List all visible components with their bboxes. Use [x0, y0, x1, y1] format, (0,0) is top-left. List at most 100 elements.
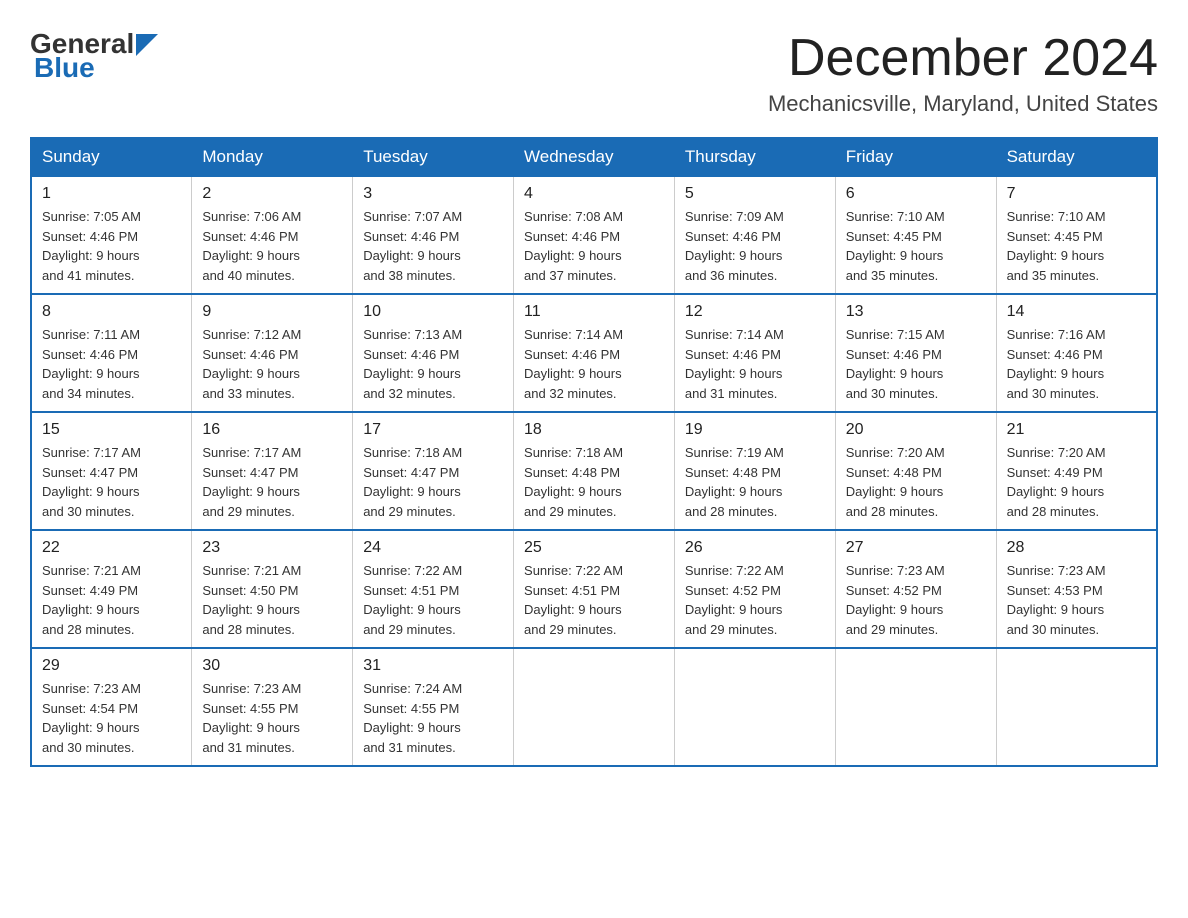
day-info: Sunrise: 7:07 AM Sunset: 4:46 PM Dayligh…	[363, 207, 503, 285]
day-info: Sunrise: 7:16 AM Sunset: 4:46 PM Dayligh…	[1007, 325, 1146, 403]
day-number: 6	[846, 185, 986, 203]
calendar-cell: 23 Sunrise: 7:21 AM Sunset: 4:50 PM Dayl…	[192, 530, 353, 648]
calendar-cell: 15 Sunrise: 7:17 AM Sunset: 4:47 PM Dayl…	[31, 412, 192, 530]
calendar-cell	[674, 648, 835, 766]
calendar-cell: 21 Sunrise: 7:20 AM Sunset: 4:49 PM Dayl…	[996, 412, 1157, 530]
calendar-cell: 9 Sunrise: 7:12 AM Sunset: 4:46 PM Dayli…	[192, 294, 353, 412]
day-info: Sunrise: 7:23 AM Sunset: 4:55 PM Dayligh…	[202, 679, 342, 757]
day-number: 4	[524, 185, 664, 203]
calendar-cell: 28 Sunrise: 7:23 AM Sunset: 4:53 PM Dayl…	[996, 530, 1157, 648]
calendar-cell: 18 Sunrise: 7:18 AM Sunset: 4:48 PM Dayl…	[514, 412, 675, 530]
day-number: 9	[202, 303, 342, 321]
calendar-cell	[514, 648, 675, 766]
weekday-header-friday: Friday	[835, 138, 996, 176]
day-info: Sunrise: 7:12 AM Sunset: 4:46 PM Dayligh…	[202, 325, 342, 403]
calendar-cell: 12 Sunrise: 7:14 AM Sunset: 4:46 PM Dayl…	[674, 294, 835, 412]
day-number: 13	[846, 303, 986, 321]
day-info: Sunrise: 7:13 AM Sunset: 4:46 PM Dayligh…	[363, 325, 503, 403]
day-info: Sunrise: 7:20 AM Sunset: 4:48 PM Dayligh…	[846, 443, 986, 521]
day-number: 25	[524, 539, 664, 557]
calendar-cell: 7 Sunrise: 7:10 AM Sunset: 4:45 PM Dayli…	[996, 176, 1157, 294]
day-number: 8	[42, 303, 181, 321]
day-info: Sunrise: 7:20 AM Sunset: 4:49 PM Dayligh…	[1007, 443, 1146, 521]
calendar-cell: 19 Sunrise: 7:19 AM Sunset: 4:48 PM Dayl…	[674, 412, 835, 530]
calendar-cell: 16 Sunrise: 7:17 AM Sunset: 4:47 PM Dayl…	[192, 412, 353, 530]
month-title: December 2024	[768, 30, 1158, 87]
day-number: 7	[1007, 185, 1146, 203]
calendar-cell: 30 Sunrise: 7:23 AM Sunset: 4:55 PM Dayl…	[192, 648, 353, 766]
calendar-cell: 11 Sunrise: 7:14 AM Sunset: 4:46 PM Dayl…	[514, 294, 675, 412]
day-number: 16	[202, 421, 342, 439]
day-info: Sunrise: 7:22 AM Sunset: 4:51 PM Dayligh…	[524, 561, 664, 639]
day-number: 1	[42, 185, 181, 203]
day-info: Sunrise: 7:10 AM Sunset: 4:45 PM Dayligh…	[1007, 207, 1146, 285]
calendar-cell: 22 Sunrise: 7:21 AM Sunset: 4:49 PM Dayl…	[31, 530, 192, 648]
day-info: Sunrise: 7:14 AM Sunset: 4:46 PM Dayligh…	[685, 325, 825, 403]
weekday-header-tuesday: Tuesday	[353, 138, 514, 176]
calendar-cell: 24 Sunrise: 7:22 AM Sunset: 4:51 PM Dayl…	[353, 530, 514, 648]
calendar-cell: 25 Sunrise: 7:22 AM Sunset: 4:51 PM Dayl…	[514, 530, 675, 648]
day-number: 24	[363, 539, 503, 557]
calendar-cell: 29 Sunrise: 7:23 AM Sunset: 4:54 PM Dayl…	[31, 648, 192, 766]
calendar-cell: 31 Sunrise: 7:24 AM Sunset: 4:55 PM Dayl…	[353, 648, 514, 766]
day-info: Sunrise: 7:15 AM Sunset: 4:46 PM Dayligh…	[846, 325, 986, 403]
day-number: 3	[363, 185, 503, 203]
day-info: Sunrise: 7:21 AM Sunset: 4:50 PM Dayligh…	[202, 561, 342, 639]
day-number: 28	[1007, 539, 1146, 557]
day-info: Sunrise: 7:24 AM Sunset: 4:55 PM Dayligh…	[363, 679, 503, 757]
page-header: General Blue December 2024 Mechanicsvill…	[30, 30, 1158, 117]
calendar-cell: 17 Sunrise: 7:18 AM Sunset: 4:47 PM Dayl…	[353, 412, 514, 530]
day-number: 19	[685, 421, 825, 439]
calendar-cell: 13 Sunrise: 7:15 AM Sunset: 4:46 PM Dayl…	[835, 294, 996, 412]
day-number: 2	[202, 185, 342, 203]
calendar-cell: 3 Sunrise: 7:07 AM Sunset: 4:46 PM Dayli…	[353, 176, 514, 294]
day-info: Sunrise: 7:06 AM Sunset: 4:46 PM Dayligh…	[202, 207, 342, 285]
day-info: Sunrise: 7:23 AM Sunset: 4:54 PM Dayligh…	[42, 679, 181, 757]
weekday-header-saturday: Saturday	[996, 138, 1157, 176]
day-info: Sunrise: 7:11 AM Sunset: 4:46 PM Dayligh…	[42, 325, 181, 403]
day-number: 5	[685, 185, 825, 203]
calendar-cell: 14 Sunrise: 7:16 AM Sunset: 4:46 PM Dayl…	[996, 294, 1157, 412]
calendar-cell: 27 Sunrise: 7:23 AM Sunset: 4:52 PM Dayl…	[835, 530, 996, 648]
calendar-table: SundayMondayTuesdayWednesdayThursdayFrid…	[30, 137, 1158, 767]
day-number: 23	[202, 539, 342, 557]
calendar-cell: 4 Sunrise: 7:08 AM Sunset: 4:46 PM Dayli…	[514, 176, 675, 294]
day-number: 29	[42, 657, 181, 675]
weekday-header-sunday: Sunday	[31, 138, 192, 176]
day-number: 18	[524, 421, 664, 439]
logo-triangle-icon	[136, 34, 158, 56]
logo-blue-text: Blue	[34, 54, 95, 82]
day-info: Sunrise: 7:17 AM Sunset: 4:47 PM Dayligh…	[42, 443, 181, 521]
day-info: Sunrise: 7:23 AM Sunset: 4:53 PM Dayligh…	[1007, 561, 1146, 639]
day-number: 21	[1007, 421, 1146, 439]
calendar-cell: 6 Sunrise: 7:10 AM Sunset: 4:45 PM Dayli…	[835, 176, 996, 294]
day-number: 15	[42, 421, 181, 439]
weekday-header-thursday: Thursday	[674, 138, 835, 176]
day-info: Sunrise: 7:09 AM Sunset: 4:46 PM Dayligh…	[685, 207, 825, 285]
day-info: Sunrise: 7:19 AM Sunset: 4:48 PM Dayligh…	[685, 443, 825, 521]
calendar-cell	[996, 648, 1157, 766]
calendar-cell: 10 Sunrise: 7:13 AM Sunset: 4:46 PM Dayl…	[353, 294, 514, 412]
logo: General Blue	[30, 30, 158, 82]
day-number: 20	[846, 421, 986, 439]
day-number: 30	[202, 657, 342, 675]
day-number: 31	[363, 657, 503, 675]
day-info: Sunrise: 7:18 AM Sunset: 4:48 PM Dayligh…	[524, 443, 664, 521]
day-info: Sunrise: 7:10 AM Sunset: 4:45 PM Dayligh…	[846, 207, 986, 285]
calendar-cell: 1 Sunrise: 7:05 AM Sunset: 4:46 PM Dayli…	[31, 176, 192, 294]
day-number: 26	[685, 539, 825, 557]
day-number: 10	[363, 303, 503, 321]
day-info: Sunrise: 7:18 AM Sunset: 4:47 PM Dayligh…	[363, 443, 503, 521]
day-info: Sunrise: 7:17 AM Sunset: 4:47 PM Dayligh…	[202, 443, 342, 521]
day-number: 17	[363, 421, 503, 439]
calendar-cell: 26 Sunrise: 7:22 AM Sunset: 4:52 PM Dayl…	[674, 530, 835, 648]
calendar-cell	[835, 648, 996, 766]
weekday-header-monday: Monday	[192, 138, 353, 176]
day-info: Sunrise: 7:14 AM Sunset: 4:46 PM Dayligh…	[524, 325, 664, 403]
location-subtitle: Mechanicsville, Maryland, United States	[768, 91, 1158, 117]
day-info: Sunrise: 7:21 AM Sunset: 4:49 PM Dayligh…	[42, 561, 181, 639]
day-info: Sunrise: 7:23 AM Sunset: 4:52 PM Dayligh…	[846, 561, 986, 639]
day-number: 12	[685, 303, 825, 321]
day-number: 27	[846, 539, 986, 557]
calendar-cell: 5 Sunrise: 7:09 AM Sunset: 4:46 PM Dayli…	[674, 176, 835, 294]
